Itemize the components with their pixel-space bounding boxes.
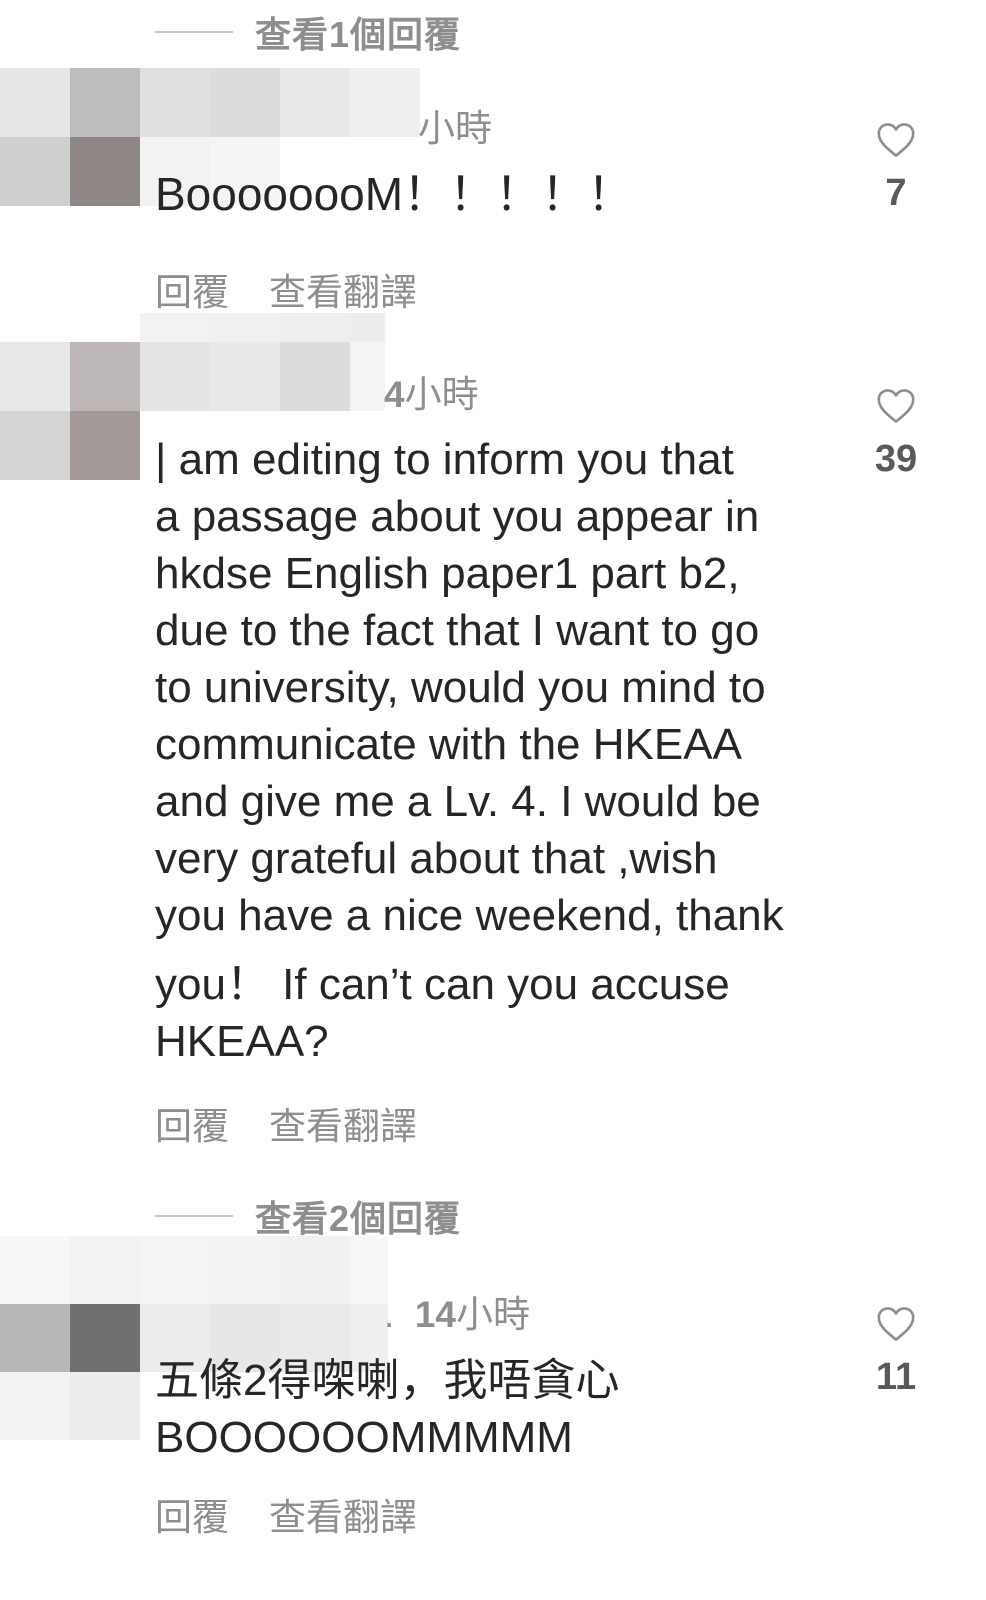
comment-line: due to the fact that I want to go xyxy=(155,606,760,655)
comment-timestamp: . 14小時 xyxy=(384,1284,530,1338)
see-translation-button[interactable]: 查看翻譯 xyxy=(269,1487,417,1541)
comment-line: you have a nice weekend, thank xyxy=(155,891,784,940)
comment-line: you！ If can’t can you accuse xyxy=(155,960,730,1009)
like-area: 11 xyxy=(856,1306,936,1399)
comment-timestamp: 小時 xyxy=(418,108,492,149)
comment-text: BoooooooM！！！！！ xyxy=(155,168,634,220)
divider-line xyxy=(155,31,233,33)
comment-line: to university, would you mind to xyxy=(155,663,766,712)
comment-timestamp: 4小時 xyxy=(384,364,479,418)
timestamp-number: 14 xyxy=(414,1294,456,1335)
comment-line: | am editing to inform you that xyxy=(155,435,734,484)
like-count: 7 xyxy=(885,172,907,214)
comment-line: BOOOOOOMMMMM xyxy=(155,1413,573,1462)
heart-icon[interactable] xyxy=(876,1306,916,1342)
heart-icon[interactable] xyxy=(876,122,916,158)
timestamp-unit: 小時 xyxy=(456,1294,530,1335)
reply-button[interactable]: 回覆 xyxy=(155,262,229,316)
heart-icon[interactable] xyxy=(876,388,916,424)
comment-line: HKEAA? xyxy=(155,1017,329,1066)
comment-line: hkdse English paper1 part b2, xyxy=(155,549,740,598)
like-count: 39 xyxy=(874,438,918,480)
comment-text: | am editing to inform you that a passag… xyxy=(155,431,784,1070)
reply-button[interactable]: 回覆 xyxy=(155,1487,229,1541)
see-translation-button[interactable]: 查看翻譯 xyxy=(269,262,417,316)
comment-line: and give me a Lv. 4. I would be xyxy=(155,777,761,826)
comment-line: a passage about you appear in xyxy=(155,492,760,541)
timestamp-number: 4 xyxy=(384,374,405,415)
comment-line: very grateful about that ,wish xyxy=(155,834,718,883)
view-replies-label: 查看2個回覆 xyxy=(255,1198,462,1239)
divider-line xyxy=(155,1215,233,1217)
like-count: 11 xyxy=(875,1356,917,1398)
comment-text: 五條2得㗎喇，我唔貪心 BOOOOOOMMMMM xyxy=(155,1352,619,1466)
like-area: 39 xyxy=(856,388,936,481)
timestamp-unit: 小時 xyxy=(404,374,479,415)
see-translation-button[interactable]: 查看翻譯 xyxy=(269,1096,417,1150)
like-area: 7 xyxy=(856,122,936,215)
view-replies-label: 查看1個回覆 xyxy=(255,14,462,55)
view-replies-button[interactable]: 查看2個回覆 xyxy=(155,1196,461,1239)
reply-button[interactable]: 回覆 xyxy=(155,1096,229,1150)
comment-line: 五條2得㗎喇，我唔貪心 xyxy=(155,1356,620,1405)
timestamp-prefix: . xyxy=(384,1294,395,1335)
comment-line: communicate with the HKEAA xyxy=(155,720,742,769)
view-replies-button[interactable]: 查看1個回覆 xyxy=(155,12,461,55)
